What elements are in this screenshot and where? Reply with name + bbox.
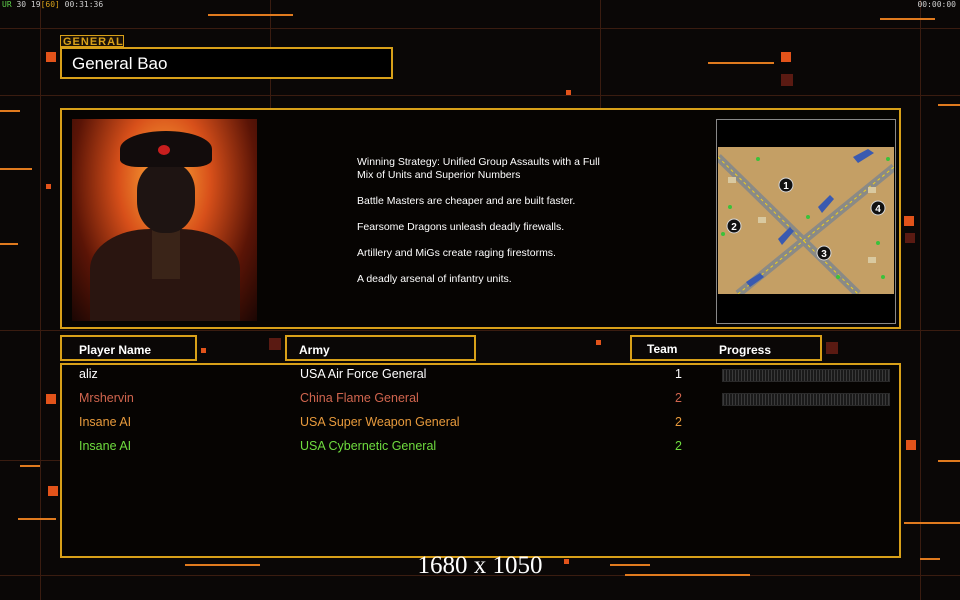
hud-clock: 00:00:00	[917, 0, 956, 9]
player-row[interactable]: Mrshervin China Flame General 2	[62, 389, 899, 411]
bg-accent-line	[208, 14, 293, 16]
player-row[interactable]: aliz USA Air Force General 1	[62, 365, 899, 387]
bg-grid-line	[600, 0, 601, 108]
player-army: USA Air Force General	[300, 367, 427, 381]
header-army[interactable]: Army	[285, 335, 476, 361]
bg-grid-line	[0, 28, 960, 29]
bg-square	[906, 440, 916, 450]
bg-accent-line	[625, 574, 750, 576]
player-row[interactable]: Insane AI USA Super Weapon General 2	[62, 413, 899, 435]
strategy-line: Fearsome Dragons unleash deadly firewall…	[357, 221, 565, 233]
start-position-4: 4	[875, 204, 881, 215]
bg-accent-line	[610, 564, 650, 566]
general-name: General Bao	[72, 54, 168, 73]
bg-square	[905, 233, 915, 243]
general-title-box: General Bao	[60, 47, 393, 79]
player-name: Insane AI	[79, 415, 132, 429]
player-team: 2	[675, 391, 682, 405]
player-name: Insane AI	[79, 439, 132, 453]
bg-grid-line	[0, 330, 960, 331]
player-team: 2	[675, 439, 682, 453]
player-team: 1	[675, 367, 682, 381]
player-name: aliz	[79, 367, 98, 381]
header-team-label: Team	[647, 342, 678, 356]
bg-accent-line	[18, 518, 56, 520]
header-progress-label: Progress	[719, 343, 772, 357]
bg-square	[781, 52, 791, 62]
progress-bar	[722, 393, 890, 406]
minimap-image: 1 2 3 4	[718, 147, 894, 294]
bg-square	[46, 184, 51, 189]
progress-bar	[722, 369, 890, 382]
player-list: aliz USA Air Force General 1 Mrshervin C…	[60, 363, 901, 558]
general-tag: GENERAL	[60, 35, 124, 48]
bg-accent-line	[904, 522, 960, 524]
strategy-line: Battle Masters are cheaper and are built…	[357, 195, 576, 207]
bg-accent-line	[0, 168, 32, 170]
minimap-frame: 1 2 3 4	[716, 119, 896, 324]
bg-square	[566, 90, 571, 95]
bg-accent-line	[0, 110, 20, 112]
bg-grid-line	[0, 460, 60, 461]
bg-grid-line	[920, 0, 921, 600]
header-player-label: Player Name	[79, 343, 152, 357]
hud-time: 00:31:36	[64, 0, 104, 9]
player-army: USA Cybernetic General	[300, 439, 437, 453]
player-name: Mrshervin	[79, 391, 134, 405]
general-portrait	[72, 119, 257, 321]
bg-square	[201, 348, 206, 353]
header-player-name[interactable]: Player Name	[60, 335, 197, 361]
bg-accent-line	[20, 465, 40, 467]
strategy-line: A deadly arsenal of infantry units.	[357, 273, 512, 285]
bg-square	[826, 342, 838, 354]
resolution-label: 1680 x 1050	[417, 552, 543, 579]
bg-accent-line	[880, 18, 935, 20]
bg-accent-line	[938, 460, 960, 462]
bg-accent-line	[0, 243, 18, 245]
player-army: USA Super Weapon General	[300, 415, 460, 429]
start-position-1: 1	[783, 181, 789, 192]
hud-values: 30 19	[16, 0, 41, 9]
bg-square	[781, 74, 793, 86]
bg-accent-line	[708, 62, 774, 64]
hud-bracket: [60]	[40, 0, 60, 9]
bg-accent-line	[938, 104, 960, 106]
header-army-label: Army	[299, 343, 330, 357]
bg-square	[46, 394, 56, 404]
hud-prefix: UR	[2, 0, 12, 9]
player-team: 2	[675, 415, 682, 429]
bg-square	[904, 216, 914, 226]
bg-accent-line	[185, 564, 260, 566]
bg-square	[48, 486, 58, 496]
minimap[interactable]: 1 2 3 4	[718, 147, 894, 294]
general-info-panel: Winning Strategy: Unified Group Assaults…	[60, 108, 901, 329]
bg-grid-line	[0, 95, 960, 96]
player-row[interactable]: Insane AI USA Cybernetic General 2	[62, 437, 899, 459]
strategy-text: Winning Strategy: Unified Group Assaults…	[357, 156, 647, 299]
bg-square	[46, 52, 56, 62]
start-position-3: 3	[821, 249, 827, 260]
bg-square	[596, 340, 601, 345]
bg-square	[269, 338, 281, 350]
header-team-progress[interactable]: Team Progress	[630, 335, 822, 361]
bg-grid-line	[40, 0, 41, 600]
strategy-line: Winning Strategy: Unified Group Assaults…	[357, 156, 600, 181]
hud-stats: UR 30 19[60] 00:31:36	[2, 0, 103, 9]
start-position-2: 2	[731, 222, 737, 233]
strategy-line: Artillery and MiGs create raging firesto…	[357, 247, 556, 259]
player-army: China Flame General	[300, 391, 419, 405]
bg-accent-line	[920, 558, 940, 560]
